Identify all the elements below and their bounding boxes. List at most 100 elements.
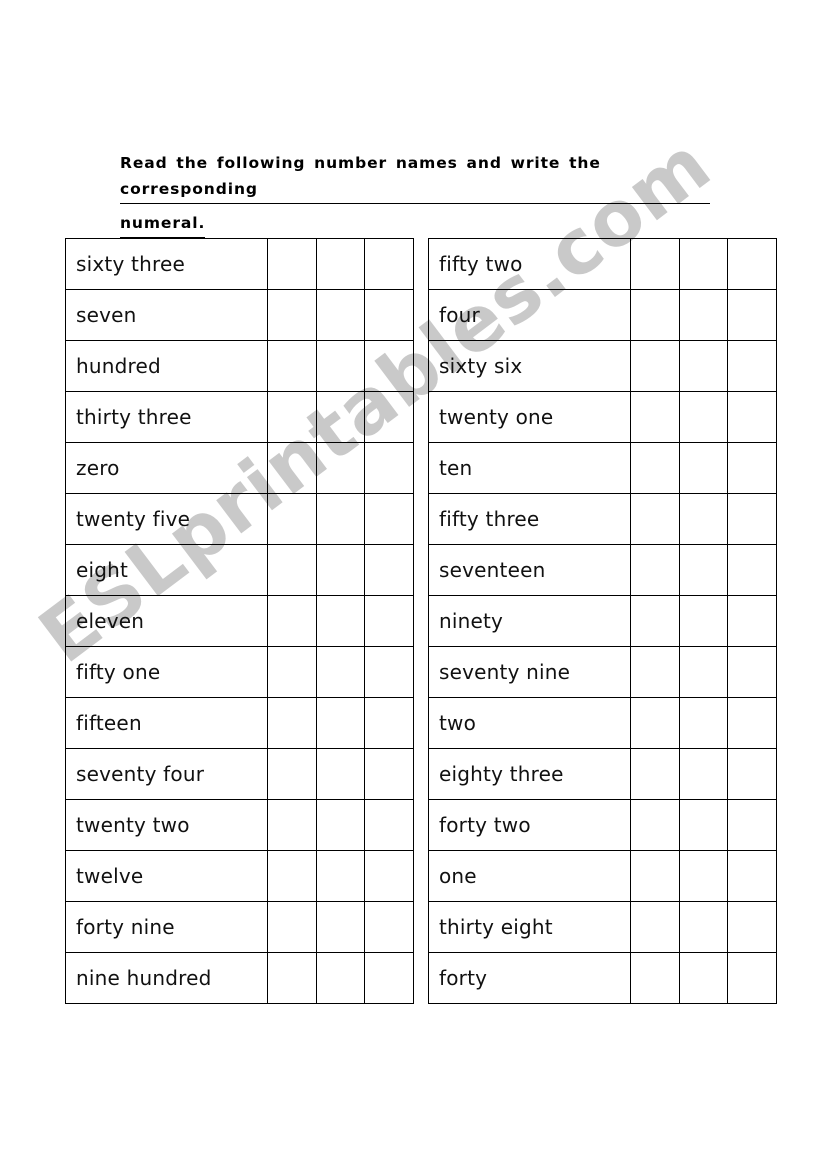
answer-blank-cell[interactable] [315,850,366,902]
answer-blank-cell[interactable] [315,901,366,953]
answer-blank-cell[interactable] [727,595,777,647]
answer-blank-cell[interactable] [678,646,729,698]
answer-blank-cell[interactable] [630,544,680,596]
answer-blank-cell[interactable] [267,391,317,443]
answer-blank-cell[interactable] [727,901,777,953]
table-row: fifty two [428,238,777,290]
answer-blank-cell[interactable] [364,544,414,596]
answer-blank-cell[interactable] [727,442,777,494]
answer-blank-cell[interactable] [267,697,317,749]
answer-blank-cell[interactable] [678,493,729,545]
answer-blank-cell[interactable] [315,799,366,851]
answer-blank-cell[interactable] [678,595,729,647]
answer-blank-cell[interactable] [315,289,366,341]
answer-blank-cell[interactable] [267,799,317,851]
answer-blank-cell[interactable] [630,595,680,647]
number-name-cell: twenty five [65,493,268,545]
answer-blank-cell[interactable] [727,289,777,341]
answer-blank-cell[interactable] [364,238,414,290]
answer-blank-cell[interactable] [315,697,366,749]
answer-blank-cell[interactable] [678,901,729,953]
answer-blank-cell[interactable] [315,493,366,545]
answer-blank-cell[interactable] [678,289,729,341]
answer-blank-cell[interactable] [630,289,680,341]
answer-blank-cell[interactable] [630,748,680,800]
answer-blank-cell[interactable] [630,697,680,749]
answer-blank-cell[interactable] [364,493,414,545]
answer-blank-cell[interactable] [364,595,414,647]
answer-blank-cell[interactable] [315,595,366,647]
answer-blank-cell[interactable] [630,646,680,698]
table-row: eleven [65,595,414,647]
number-name-cell: one [428,850,631,902]
answer-blank-cell[interactable] [267,748,317,800]
answer-blank-cell[interactable] [727,238,777,290]
answer-blank-cell[interactable] [267,850,317,902]
answer-blank-cell[interactable] [678,952,729,1004]
answer-blank-cell[interactable] [364,442,414,494]
answer-blank-cell[interactable] [630,493,680,545]
answer-blank-cell[interactable] [678,544,729,596]
number-name-cell: ninety [428,595,631,647]
number-name-cell: thirty eight [428,901,631,953]
answer-blank-cell[interactable] [630,799,680,851]
answer-blank-cell[interactable] [727,799,777,851]
answer-blank-cell[interactable] [630,238,680,290]
answer-blank-cell[interactable] [315,952,366,1004]
answer-blank-cell[interactable] [267,952,317,1004]
answer-blank-cell[interactable] [315,544,366,596]
answer-blank-cell[interactable] [267,595,317,647]
answer-blank-cell[interactable] [678,850,729,902]
answer-blank-cell[interactable] [267,289,317,341]
answer-blank-cell[interactable] [727,340,777,392]
answer-blank-cell[interactable] [267,493,317,545]
answer-blank-cell[interactable] [267,901,317,953]
answer-blank-cell[interactable] [364,391,414,443]
answer-blank-cell[interactable] [727,493,777,545]
answer-blank-cell[interactable] [678,340,729,392]
answer-blank-cell[interactable] [364,289,414,341]
answer-blank-cell[interactable] [364,952,414,1004]
answer-blank-cell[interactable] [364,748,414,800]
table-row: sixty six [428,340,777,392]
answer-blank-cell[interactable] [678,238,729,290]
answer-blank-cell[interactable] [727,748,777,800]
answer-blank-cell[interactable] [364,850,414,902]
answer-blank-cell[interactable] [727,391,777,443]
answer-blank-cell[interactable] [630,952,680,1004]
answer-blank-cell[interactable] [678,391,729,443]
answer-blank-cell[interactable] [678,799,729,851]
answer-blank-cell[interactable] [315,238,366,290]
number-names-table-left: sixty three seven hundred thirty three zero t… [65,238,414,1004]
answer-blank-cell[interactable] [630,442,680,494]
answer-blank-cell[interactable] [630,391,680,443]
answer-blank-cell[interactable] [364,340,414,392]
answer-blank-cell[interactable] [364,799,414,851]
answer-blank-cell[interactable] [678,748,729,800]
number-name-cell: forty nine [65,901,268,953]
answer-blank-cell[interactable] [267,340,317,392]
answer-blank-cell[interactable] [315,646,366,698]
answer-blank-cell[interactable] [364,697,414,749]
answer-blank-cell[interactable] [315,442,366,494]
answer-blank-cell[interactable] [727,952,777,1004]
answer-blank-cell[interactable] [364,901,414,953]
answer-blank-cell[interactable] [267,238,317,290]
answer-blank-cell[interactable] [727,544,777,596]
answer-blank-cell[interactable] [727,646,777,698]
answer-blank-cell[interactable] [267,544,317,596]
answer-blank-cell[interactable] [364,646,414,698]
answer-blank-cell[interactable] [630,340,680,392]
answer-blank-cell[interactable] [315,391,366,443]
number-name-cell: forty [428,952,631,1004]
answer-blank-cell[interactable] [315,340,366,392]
answer-blank-cell[interactable] [267,442,317,494]
answer-blank-cell[interactable] [727,850,777,902]
answer-blank-cell[interactable] [678,442,729,494]
answer-blank-cell[interactable] [630,901,680,953]
answer-blank-cell[interactable] [727,697,777,749]
answer-blank-cell[interactable] [267,646,317,698]
answer-blank-cell[interactable] [630,850,680,902]
answer-blank-cell[interactable] [315,748,366,800]
answer-blank-cell[interactable] [678,697,729,749]
